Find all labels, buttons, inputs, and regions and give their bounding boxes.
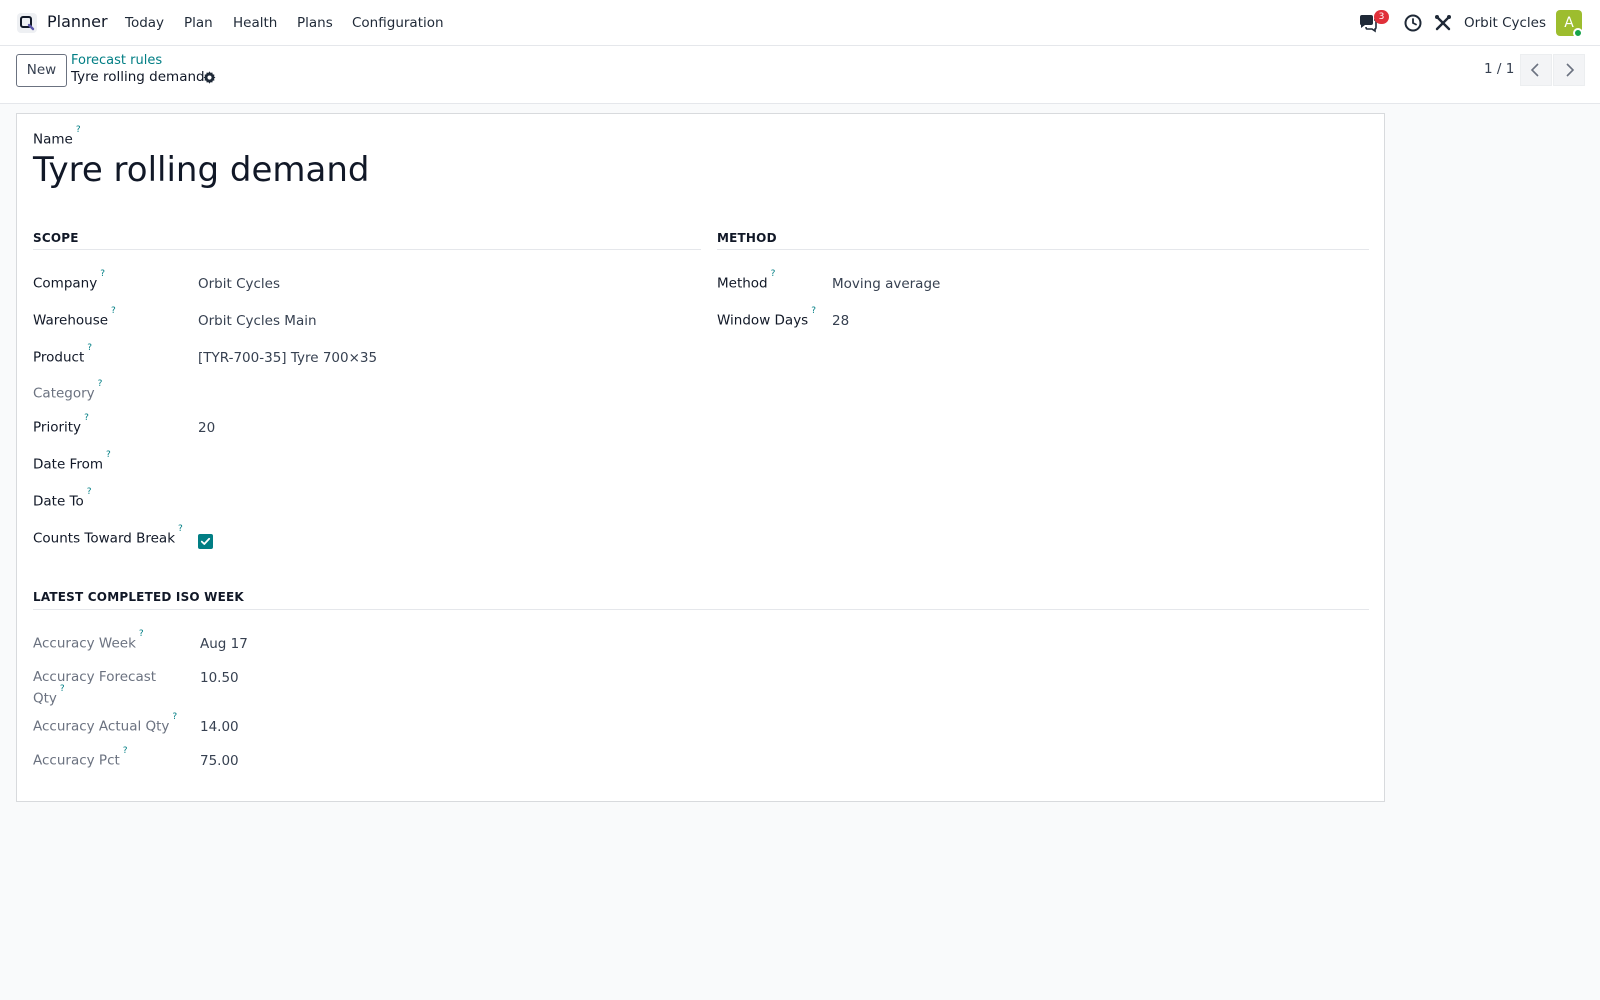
help-tooltip-icon[interactable]: ? [111, 306, 116, 316]
clock-icon[interactable] [1402, 12, 1424, 34]
help-tooltip-icon[interactable]: ? [98, 379, 103, 389]
date-to-field[interactable] [198, 494, 498, 512]
presence-indicator [1573, 28, 1583, 38]
chevron-right-icon [1566, 63, 1575, 77]
top-navbar: Planner Today Plan Health Plans Configur… [0, 0, 1600, 46]
accuracy-actual-qty-label: Accuracy Actual Qty? [33, 712, 178, 735]
help-tooltip-icon[interactable]: ? [771, 269, 776, 279]
help-tooltip-icon[interactable]: ? [87, 487, 92, 497]
section-divider [717, 249, 1369, 250]
help-tooltip-icon[interactable]: ? [139, 629, 144, 639]
accuracy-forecast-qty-label: Accuracy Forecast [33, 669, 157, 685]
checkmark-icon [200, 537, 211, 545]
help-tooltip-icon[interactable]: ? [106, 450, 111, 460]
name-label: Name? [33, 125, 81, 148]
menu-item-plan[interactable]: Plan [184, 15, 213, 31]
accuracy-pct-label: Accuracy Pct? [33, 746, 128, 769]
date-to-label: Date To? [33, 487, 92, 510]
control-panel: New Forecast rules Tyre rolling demand 1… [0, 46, 1600, 104]
company-switcher[interactable]: Orbit Cycles [1464, 15, 1546, 31]
home-menu-icon[interactable] [16, 12, 38, 34]
section-title-latest-iso-week: LATEST COMPLETED ISO WEEK [33, 590, 244, 604]
help-tooltip-icon[interactable]: ? [84, 413, 89, 423]
help-tooltip-icon[interactable]: ? [123, 746, 128, 756]
menu-item-health[interactable]: Health [233, 15, 277, 31]
category-label: Category? [33, 379, 103, 402]
accuracy-week-label: Accuracy Week? [33, 629, 144, 652]
breadcrumb-current-record: Tyre rolling demand [71, 69, 205, 85]
gear-icon[interactable] [202, 70, 217, 85]
window-days-label: Window Days? [717, 306, 816, 329]
pager-previous-button[interactable] [1520, 54, 1552, 86]
section-divider [33, 249, 701, 250]
help-tooltip-icon[interactable]: ? [100, 269, 105, 279]
menu-item-configuration[interactable]: Configuration [352, 15, 444, 31]
priority-label: Priority? [33, 413, 89, 436]
record-name-field[interactable]: Tyre rolling demand [33, 150, 369, 190]
new-button[interactable]: New [16, 54, 67, 87]
warehouse-label: Warehouse? [33, 306, 116, 329]
app-name[interactable]: Planner [47, 12, 108, 31]
date-from-label: Date From? [33, 450, 111, 473]
company-field[interactable]: Orbit Cycles [198, 276, 280, 292]
section-title-method: METHOD [717, 231, 777, 245]
accuracy-forecast-qty-value: 10.50 [200, 670, 239, 686]
window-days-field[interactable]: 28 [832, 313, 849, 329]
help-tooltip-icon[interactable]: ? [172, 712, 177, 722]
help-tooltip-icon[interactable]: ? [60, 684, 65, 694]
help-tooltip-icon[interactable]: ? [811, 306, 816, 316]
counts-toward-break-checkbox[interactable] [198, 534, 213, 549]
warehouse-field[interactable]: Orbit Cycles Main [198, 313, 317, 329]
form-sheet: Name? Tyre rolling demand SCOPE Company?… [16, 113, 1385, 802]
product-field[interactable]: [TYR-700-35] Tyre 700×35 [198, 350, 377, 366]
method-field[interactable]: Moving average [832, 276, 940, 292]
section-title-scope: SCOPE [33, 231, 79, 245]
pager-next-button[interactable] [1553, 54, 1585, 86]
accuracy-actual-qty-value: 14.00 [200, 719, 239, 735]
accuracy-week-value: Aug 17 [200, 636, 248, 652]
breadcrumb-forecast-rules[interactable]: Forecast rules [71, 53, 162, 68]
section-divider [33, 609, 1369, 610]
category-field[interactable] [198, 386, 498, 404]
accuracy-forecast-qty-label-line2: Qty? [33, 684, 65, 707]
help-tooltip-icon[interactable]: ? [178, 524, 183, 534]
tools-icon[interactable] [1432, 12, 1454, 34]
messages-badge: 3 [1374, 10, 1389, 24]
counts-toward-break-label: Counts Toward Break? [33, 524, 183, 547]
product-label: Product? [33, 343, 93, 366]
company-label: Company? [33, 269, 106, 292]
help-tooltip-icon[interactable]: ? [76, 125, 81, 135]
menu-item-plans[interactable]: Plans [297, 15, 333, 31]
pager-value[interactable]: 1 / 1 [1484, 61, 1514, 77]
priority-field[interactable]: 20 [198, 420, 215, 436]
date-from-field[interactable] [198, 457, 498, 475]
chevron-left-icon [1530, 63, 1539, 77]
method-label: Method? [717, 269, 776, 292]
help-tooltip-icon[interactable]: ? [87, 343, 92, 353]
accuracy-pct-value: 75.00 [200, 753, 239, 769]
menu-item-today[interactable]: Today [125, 15, 164, 31]
